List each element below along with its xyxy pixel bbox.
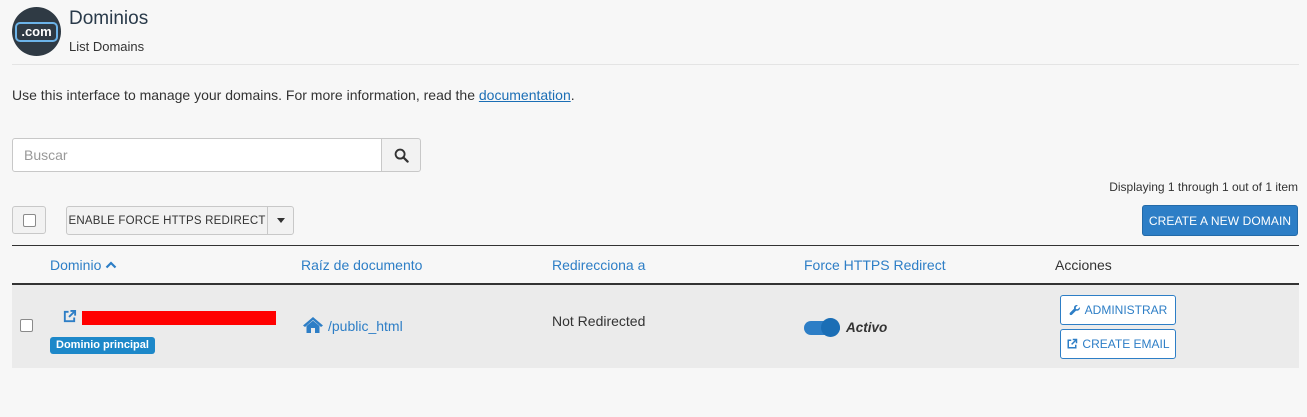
column-header-domain-label: Dominio [50,257,102,273]
force-https-status: Activo [846,320,888,335]
row-checkbox[interactable] [20,319,33,332]
select-all-container[interactable] [12,206,46,234]
documentation-link[interactable]: documentation [479,87,571,103]
sort-ascending-icon [105,261,117,269]
docroot-link[interactable]: /public_html [328,318,403,334]
pagination-info: Displaying 1 through 1 out of 1 item [1109,180,1298,194]
column-header-domain[interactable]: Dominio [50,257,117,273]
page-title: Dominios [69,8,149,29]
column-header-redirect[interactable]: Redirecciona a [552,257,645,273]
force-https-toggle-knob[interactable] [821,318,840,337]
create-domain-button[interactable]: CREATE A NEW DOMAIN [1142,205,1298,236]
select-all-checkbox[interactable] [22,213,36,227]
intro-suffix: . [570,87,575,103]
create-email-button[interactable]: CREATE EMAIL [1060,329,1176,359]
external-link-icon [1066,338,1078,350]
column-header-docroot[interactable]: Raíz de documento [301,257,422,273]
intro-text: Use this interface to manage your domain… [12,87,575,103]
manage-button-label: ADMINISTRAR [1084,303,1168,317]
external-link-icon[interactable] [62,309,77,324]
table-top-border [12,245,1299,246]
primary-domain-badge: Dominio principal [50,337,155,354]
column-header-actions: Acciones [1055,257,1112,273]
search-input[interactable] [12,138,382,172]
page-subtitle: List Domains [69,39,145,54]
home-icon[interactable] [302,316,324,334]
wrench-icon [1069,304,1081,316]
enable-force-https-button[interactable]: ENABLE FORCE HTTPS REDIRECT [66,206,268,235]
force-https-dropdown-toggle[interactable] [267,206,294,235]
redirect-value: Not Redirected [552,313,646,329]
chevron-down-icon [276,218,285,223]
header-divider [12,64,1299,65]
redacted-domain-name[interactable] [82,311,276,325]
manage-button[interactable]: ADMINISTRAR [1060,295,1176,325]
domains-logo: .com [12,7,61,56]
search-button[interactable] [381,138,421,172]
intro-sentence: Use this interface to manage your domain… [12,87,479,103]
logo-text: .com [15,21,58,42]
create-email-button-label: CREATE EMAIL [1082,337,1170,351]
column-header-force-https[interactable]: Force HTTPS Redirect [804,257,946,273]
search-icon [394,148,409,163]
